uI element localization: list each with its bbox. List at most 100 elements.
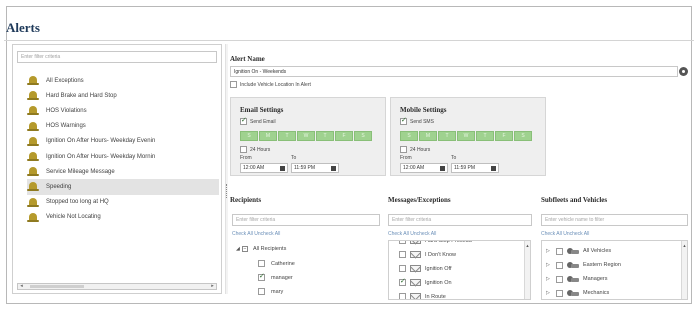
alert-list-item[interactable]: Ignition On After Hours- Weekday Mornin (27, 149, 219, 164)
send-email-checkbox[interactable] (240, 116, 247, 125)
alert-list-item[interactable]: Stopped too long at HQ (27, 195, 219, 210)
recipient-row[interactable]: mary (258, 288, 283, 295)
email-from-time[interactable]: 12:00 AM (240, 163, 288, 173)
mobile-from-time[interactable]: 12:00 AM (400, 163, 448, 173)
messages-scrollbar[interactable]: ▲ (524, 241, 530, 299)
email-day-toggle[interactable]: S (354, 131, 372, 141)
mobile-settings-panel: Mobile Settings Send SMS SMTWTFS 24 Hour… (390, 97, 546, 176)
alert-list-item[interactable]: All Exceptions (27, 73, 219, 88)
scrollbar-thumb[interactable] (30, 285, 84, 288)
include-location-checkbox[interactable] (230, 81, 237, 88)
message-row[interactable]: Ignition On (399, 277, 452, 286)
calendar-icon[interactable] (440, 166, 445, 171)
alert-name-input[interactable]: Ignition On - Weekends (230, 66, 678, 77)
scroll-up-arrow-icon[interactable]: ▲ (682, 243, 687, 248)
vehicles-scrollbar[interactable]: ▲ (681, 241, 687, 299)
email-24-hours-row[interactable]: 24 Hours (240, 146, 270, 153)
send-sms-checkbox[interactable] (400, 116, 407, 125)
send-email-row[interactable]: Send Email (240, 116, 276, 125)
expand-arrow-icon[interactable]: ▷ (546, 262, 552, 268)
vehicle-row[interactable]: ▷ Mechanics (546, 289, 609, 297)
email-day-toggle[interactable]: S (240, 131, 258, 141)
messages-check-links[interactable]: Check All Uncheck All (388, 231, 436, 237)
mobile-day-toggle[interactable]: S (400, 131, 418, 141)
scroll-left-arrow-icon[interactable]: ◂ (18, 284, 25, 289)
message-checkbox[interactable] (399, 277, 406, 286)
mobile-day-toggle[interactable]: T (476, 131, 494, 141)
message-label: I Don't Know (425, 251, 457, 258)
recipient-row[interactable]: manager (258, 272, 293, 281)
recipients-title: Recipients (230, 196, 262, 204)
calendar-icon[interactable] (331, 166, 336, 171)
mobile-from-label: From (400, 155, 412, 161)
mobile-day-toggle[interactable]: F (495, 131, 513, 141)
vehicle-row[interactable]: ▷ Eastern Region (546, 261, 621, 269)
scroll-up-arrow-icon[interactable]: ▲ (525, 243, 530, 248)
window-title: Alerts (6, 20, 40, 35)
gear-icon[interactable] (679, 67, 688, 76)
email-day-toggle[interactable]: T (316, 131, 334, 141)
email-settings-panel: Email Settings Send Email SMTWTFS 24 Hou… (230, 97, 386, 176)
alert-filter-input[interactable]: Enter filter criteria (17, 51, 217, 63)
message-row[interactable]: In Route (399, 293, 446, 299)
scroll-right-arrow-icon[interactable]: ▸ (209, 284, 216, 289)
vehicle-checkbox[interactable] (556, 261, 563, 269)
splitter-grip-icon[interactable] (226, 184, 228, 198)
vehicles-list: ▷ All Vehicles ▷ Eastern Region ▷ Managers ▷ Me… (541, 240, 688, 300)
email-day-toggle[interactable]: M (259, 131, 277, 141)
recipients-root-row[interactable]: ◢ − All Recipients (236, 246, 286, 252)
mobile-24-hours-checkbox[interactable] (400, 146, 407, 153)
alert-list-item[interactable]: Speeding (27, 179, 219, 195)
calendar-icon[interactable] (280, 166, 285, 171)
vehicle-row[interactable]: ▷ All Vehicles (546, 247, 611, 255)
vehicles-check-links[interactable]: Check All Uncheck All (541, 231, 589, 237)
recipient-checkbox[interactable] (258, 260, 265, 267)
bell-icon (27, 105, 39, 116)
recipient-checkbox[interactable] (258, 272, 265, 281)
vehicle-checkbox[interactable] (556, 247, 563, 255)
horizontal-scrollbar[interactable]: ◂ ▸ (17, 283, 217, 290)
message-checkbox[interactable] (399, 265, 406, 272)
alert-list-item[interactable]: Hard Brake and Hard Stop (27, 88, 219, 103)
message-checkbox[interactable] (399, 241, 406, 244)
mobile-to-time[interactable]: 11:59 PM (451, 163, 499, 173)
include-location-row[interactable]: Include Vehicle Location In Alert (230, 81, 311, 88)
alert-list-item[interactable]: Ignition On After Hours- Weekday Evenin (27, 134, 219, 149)
expand-arrow-icon[interactable]: ▷ (546, 248, 552, 254)
message-row[interactable]: I Don't Know (399, 251, 456, 258)
expand-arrow-icon[interactable]: ▷ (546, 290, 552, 296)
mobile-24-hours-row[interactable]: 24 Hours (400, 146, 430, 153)
alert-list-item[interactable]: Service Mileage Message (27, 164, 219, 179)
send-sms-row[interactable]: Send SMS (400, 116, 434, 125)
recipient-checkbox[interactable] (258, 288, 265, 295)
email-day-toggle[interactable]: T (278, 131, 296, 141)
vehicles-filter-input[interactable]: Enter vehicle name to filter (541, 214, 688, 226)
calendar-icon[interactable] (491, 166, 496, 171)
panel-splitter[interactable] (225, 44, 228, 294)
mobile-day-toggle[interactable]: M (419, 131, 437, 141)
message-checkbox[interactable] (399, 251, 406, 258)
alert-list-item[interactable]: Vehicle Not Locating (27, 210, 219, 225)
email-day-toggle[interactable]: F (335, 131, 353, 141)
vehicle-checkbox[interactable] (556, 275, 563, 283)
messages-filter-input[interactable]: Enter filter criteria (388, 214, 532, 226)
tree-minus-icon[interactable]: − (242, 246, 248, 252)
email-24-hours-checkbox[interactable] (240, 146, 247, 153)
alert-list-item[interactable]: HOS Warnings (27, 119, 219, 134)
mobile-day-toggle[interactable]: T (438, 131, 456, 141)
mobile-day-toggle[interactable]: S (514, 131, 532, 141)
recipient-row[interactable]: Catherine (258, 260, 295, 267)
recipients-filter-input[interactable]: Enter filter criteria (232, 214, 380, 226)
vehicle-row[interactable]: ▷ Managers (546, 275, 607, 283)
message-row[interactable]: Ignition Off (399, 265, 452, 272)
recipients-check-links[interactable]: Check All Uncheck All (232, 231, 280, 237)
message-row[interactable]: Hard Stop Procedu (399, 241, 472, 244)
message-checkbox[interactable] (399, 293, 406, 299)
email-to-time[interactable]: 11:59 PM (291, 163, 339, 173)
alert-list-item[interactable]: HOS Violations (27, 103, 219, 118)
mobile-day-toggle[interactable]: W (457, 131, 475, 141)
vehicle-checkbox[interactable] (556, 289, 563, 297)
expand-arrow-icon[interactable]: ▷ (546, 276, 552, 282)
email-to-label: To (291, 155, 297, 161)
email-day-toggle[interactable]: W (297, 131, 315, 141)
